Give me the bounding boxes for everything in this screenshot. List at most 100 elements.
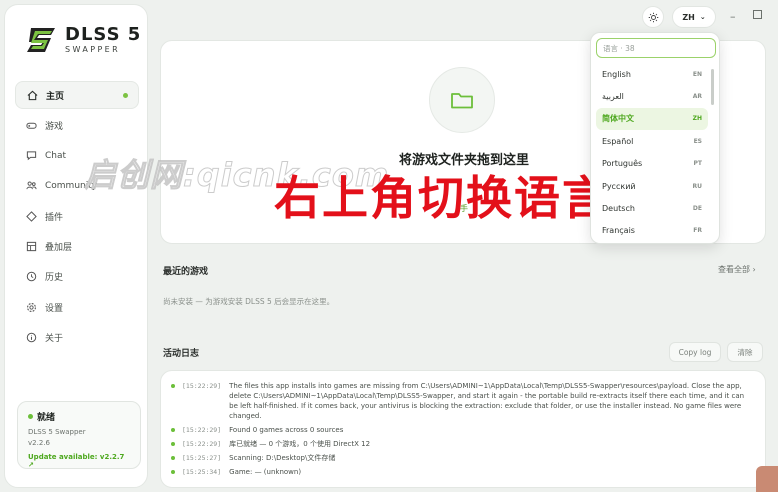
sidebar-item-label: 历史 [45, 273, 64, 284]
logo-subtitle: SWAPPER [65, 45, 121, 54]
chat-icon [25, 150, 37, 162]
overlay-caption: 右上角切换语言 [274, 171, 610, 225]
status-label: 就绪 [37, 413, 56, 423]
language-option-zh[interactable]: 简体中文 ZH [596, 107, 708, 131]
language-option-ar[interactable]: العربية AR [596, 85, 708, 107]
log-time: [15:22:29] [182, 382, 222, 390]
sidebar: DLSS 5 SWAPPER 主页 游戏 Chat Community 插件 叠… [4, 4, 148, 488]
app-logo: DLSS 5 SWAPPER [25, 25, 141, 55]
theme-toggle-button[interactable] [642, 6, 664, 28]
log-entry: [15:22:29] 库已就绪 — 0 个游戏，0 个使用 DirectX 12 [171, 439, 755, 449]
log-dot [171, 456, 175, 460]
language-name: Pусский [602, 181, 636, 191]
log-time: [15:22:29] [182, 426, 222, 434]
status-ready: 就绪 [28, 410, 130, 423]
log-time: [15:22:29] [182, 440, 222, 448]
logo-mark-icon [27, 28, 55, 52]
sidebar-item-label: 主页 [46, 91, 65, 102]
language-code: ES [693, 137, 702, 145]
folder-button[interactable] [429, 67, 495, 133]
language-list: English EN العربية AR 简体中文 ZH Español ES… [596, 63, 708, 242]
log-entry: [15:22:29] The files this app installs i… [171, 381, 755, 421]
view-all-link[interactable]: 查看全部 › [718, 264, 756, 275]
log-message: Found 0 games across 0 sources [229, 426, 344, 434]
sidebar-item-settings[interactable]: 设置 [15, 293, 139, 321]
language-option-pt[interactable]: Português PT [596, 153, 708, 175]
sidebar-item-label: 插件 [45, 212, 64, 223]
chevron-down-icon: ⌄ [699, 13, 706, 21]
language-code: RU [692, 182, 703, 190]
language-option-ru[interactable]: Pусский RU [596, 175, 708, 197]
language-code: DE [692, 205, 702, 213]
sidebar-item-label: 叠加层 [45, 242, 73, 253]
info-icon [25, 331, 37, 343]
community-icon [25, 180, 37, 192]
language-name: العربية [602, 92, 624, 102]
sidebar-item-home[interactable]: 主页 [15, 81, 139, 109]
sidebar-item-label: 游戏 [45, 121, 64, 132]
copy-log-button[interactable]: Copy log [669, 342, 721, 362]
log-dot [171, 470, 175, 474]
language-search-input[interactable] [596, 38, 716, 58]
log-dot [171, 442, 175, 446]
plugin-icon [25, 210, 37, 222]
language-option-es[interactable]: Español ES [596, 130, 708, 152]
log-dot [171, 384, 175, 388]
language-name: 简体中文 [602, 114, 634, 124]
log-dot [171, 428, 175, 432]
sidebar-nav: 主页 游戏 Chat Community 插件 叠加层 历史 设置 关于 [15, 81, 139, 354]
language-code: ZH [692, 115, 702, 123]
gamepad-icon [25, 119, 37, 131]
status-dot [28, 414, 33, 419]
activity-log-title: 活动日志 [163, 349, 200, 359]
log-message: 库已就绪 — 0 个游戏，0 个使用 DirectX 12 [229, 440, 371, 448]
sidebar-item-label: Chat [45, 150, 67, 161]
log-time: [15:25:27] [182, 454, 222, 462]
language-name: English [602, 69, 631, 79]
language-code: EN [692, 70, 702, 78]
log-entry: [15:22:29] Found 0 games across 0 source… [171, 425, 755, 435]
recent-empty-message: 尚未安装 — 为游戏安装 DLSS 5 后会显示在这里。 [163, 297, 335, 306]
log-message: Game: — (unknown) [229, 468, 302, 476]
logo-title: DLSS 5 [65, 24, 142, 45]
sidebar-item-history[interactable]: 历史 [15, 263, 139, 291]
language-name: Español [602, 136, 634, 146]
status-version: v2.2.6 [28, 439, 50, 447]
log-message: The files this app installs into games a… [229, 382, 745, 420]
language-option-fr[interactable]: Français FR [596, 220, 708, 242]
language-option-en[interactable]: English EN [596, 63, 708, 85]
activity-log: [15:22:29] The files this app installs i… [160, 370, 766, 488]
language-name: Français [602, 226, 635, 236]
avatar [756, 466, 778, 492]
sidebar-item-label: 关于 [45, 333, 64, 344]
log-message: Scanning: D:\Desktop\文件存储 [229, 454, 336, 462]
status-card: 就绪 DLSS 5 Swapper v2.2.6 Update availabl… [17, 401, 141, 469]
language-name: Deutsch [602, 204, 635, 214]
clear-log-button[interactable]: 清除 [727, 342, 763, 362]
log-entry: [15:25:34] Game: — (unknown) [171, 467, 755, 477]
log-time: [15:25:34] [182, 468, 222, 476]
active-indicator [123, 93, 128, 98]
status-app-name: DLSS 5 Swapper [28, 428, 86, 436]
sidebar-item-overlay[interactable]: 叠加层 [15, 232, 139, 260]
language-code: PT [693, 160, 703, 168]
language-code: ZH [682, 12, 695, 22]
sun-icon [648, 12, 658, 22]
log-entry: [15:25:27] Scanning: D:\Desktop\文件存储 [171, 453, 755, 463]
language-code: AR [692, 93, 702, 101]
update-link[interactable]: Update available: v2.2.7 ↗ [28, 453, 130, 469]
home-icon [26, 89, 38, 101]
sidebar-item-games[interactable]: 游戏 [15, 111, 139, 139]
sidebar-item-label: 设置 [45, 303, 64, 314]
minimize-button[interactable]: – [730, 10, 736, 23]
language-button[interactable]: ZH ⌄ [672, 6, 716, 28]
sidebar-item-plugins[interactable]: 插件 [15, 202, 139, 230]
maximize-button[interactable] [753, 10, 762, 19]
overlay-icon [25, 240, 37, 252]
language-list-scrollbar[interactable] [711, 69, 714, 105]
language-option-de[interactable]: Deutsch DE [596, 197, 708, 219]
sidebar-item-about[interactable]: 关于 [15, 323, 139, 351]
folder-icon [451, 93, 473, 109]
gear-icon [25, 301, 37, 313]
recent-games-title: 最近的游戏 [163, 267, 209, 277]
